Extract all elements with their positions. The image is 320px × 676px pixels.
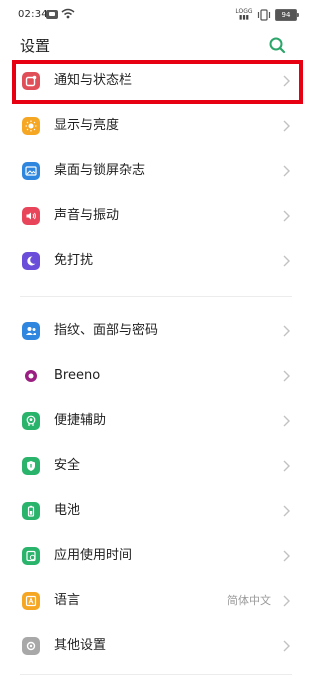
- message-icon: [46, 10, 58, 19]
- settings-item-label: 通知与状态栏: [54, 73, 133, 88]
- settings-item-breeno[interactable]: Breeno: [0, 355, 312, 400]
- signal-icon: LOGG ▮▮▮: [235, 8, 253, 21]
- language-icon: [22, 592, 40, 610]
- settings-item-security-biometrics[interactable]: 指纹、面部与密码: [0, 310, 312, 355]
- settings-item-app-usage[interactable]: 应用使用时间: [0, 535, 312, 580]
- moon-icon: [22, 252, 40, 270]
- vibrate-icon: [257, 9, 271, 21]
- chevron-right-icon: [283, 415, 290, 427]
- settings-item-language[interactable]: 语言 简体中文: [0, 580, 312, 625]
- search-icon[interactable]: [268, 36, 286, 54]
- wifi-icon: [61, 8, 75, 19]
- settings-item-battery[interactable]: 电池: [0, 490, 312, 535]
- battery-icon: [22, 502, 40, 520]
- chevron-right-icon: [283, 120, 290, 132]
- battery-status-icon: 94: [275, 9, 299, 21]
- breeno-icon: [22, 367, 40, 385]
- settings-item-label: 桌面与锁屏杂志: [54, 163, 146, 178]
- speaker-icon: [22, 207, 40, 225]
- more-icon: [22, 637, 40, 655]
- settings-item-label: 安全: [54, 458, 81, 473]
- status-bar: 02:34 LOGG ▮▮▮ 94: [0, 0, 312, 30]
- settings-item-dnd[interactable]: 免打扰: [0, 240, 312, 285]
- sun-icon: [22, 117, 40, 135]
- settings-item-value: 简体中文: [227, 594, 271, 607]
- settings-item-label: 指纹、面部与密码: [54, 323, 159, 338]
- hand-icon: [22, 412, 40, 430]
- bottom-divider: [20, 674, 292, 675]
- chevron-right-icon: [283, 325, 290, 337]
- chevron-right-icon: [283, 505, 290, 517]
- fingerprint-icon: [22, 322, 40, 340]
- settings-item-notification[interactable]: 通知与状态栏: [0, 60, 312, 105]
- clock-icon: [22, 547, 40, 565]
- chevron-right-icon: [283, 370, 290, 382]
- settings-item-label: 免打扰: [54, 253, 94, 268]
- image-icon: [22, 162, 40, 180]
- settings-item-label: 电池: [54, 503, 81, 518]
- settings-item-label: 应用使用时间: [54, 548, 133, 563]
- settings-item-label: 便捷辅助: [54, 413, 107, 428]
- chevron-right-icon: [283, 460, 290, 472]
- section-divider: [20, 296, 292, 297]
- settings-item-other[interactable]: 其他设置: [0, 625, 312, 670]
- chevron-right-icon: [283, 165, 290, 177]
- shield-icon: [22, 457, 40, 475]
- status-time: 02:34: [18, 9, 48, 20]
- settings-item-accessibility[interactable]: 便捷辅助: [0, 400, 312, 445]
- notification-icon: [22, 72, 40, 90]
- settings-item-security[interactable]: 安全: [0, 445, 312, 490]
- chevron-right-icon: [283, 255, 290, 267]
- settings-item-label: 语言: [54, 593, 81, 608]
- settings-item-wallpaper[interactable]: 桌面与锁屏杂志: [0, 150, 312, 195]
- chevron-right-icon: [283, 210, 290, 222]
- settings-item-label: 显示与亮度: [54, 118, 120, 133]
- chevron-right-icon: [283, 640, 290, 652]
- settings-item-label: 声音与振动: [54, 208, 120, 223]
- chevron-right-icon: [283, 75, 290, 87]
- chevron-right-icon: [283, 595, 290, 607]
- chevron-right-icon: [283, 550, 290, 562]
- settings-item-display[interactable]: 显示与亮度: [0, 105, 312, 150]
- status-right: LOGG ▮▮▮ 94: [235, 8, 299, 22]
- page-title: 设置: [20, 37, 51, 55]
- settings-item-label: Breeno: [54, 368, 101, 383]
- settings-item-label: 其他设置: [54, 638, 107, 653]
- settings-item-sound[interactable]: 声音与振动: [0, 195, 312, 240]
